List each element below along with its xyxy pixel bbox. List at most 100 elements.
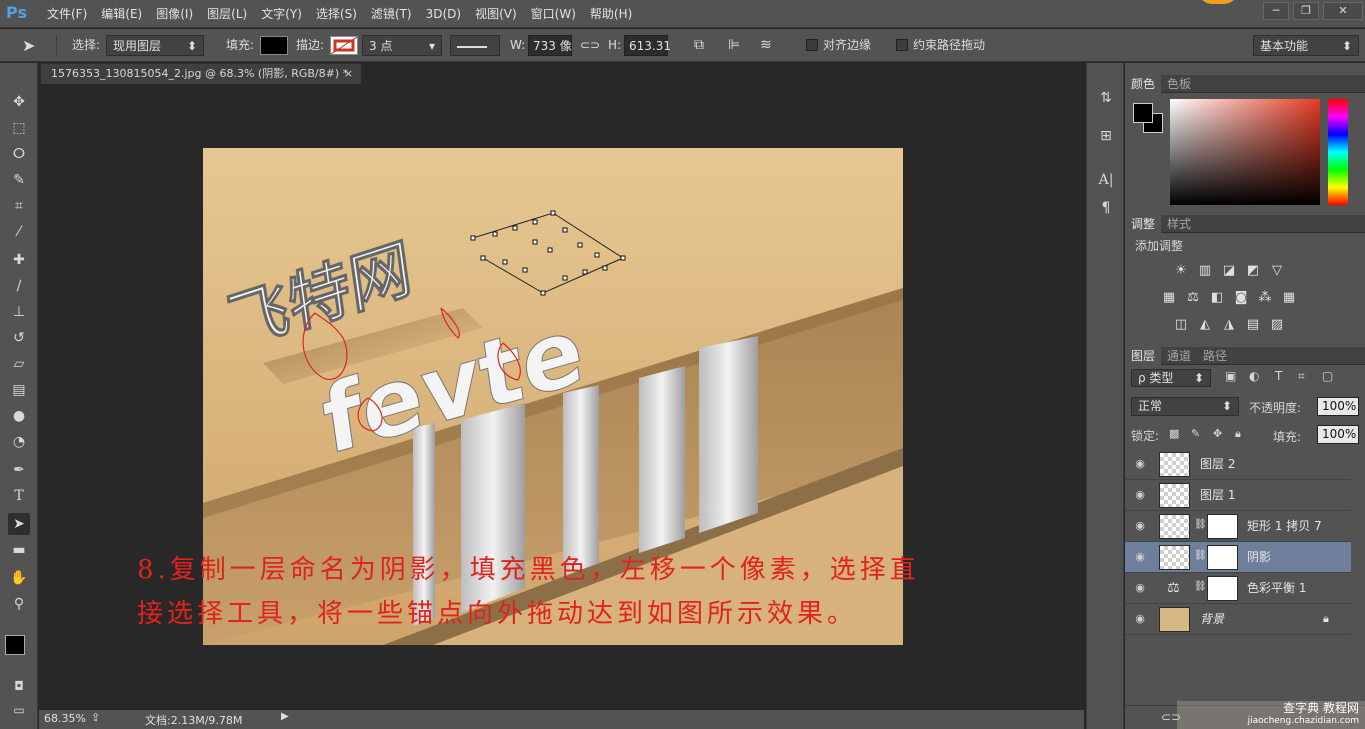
tab-color[interactable]: 颜色 <box>1125 75 1162 93</box>
channel-mixer-icon[interactable]: ⁂ <box>1257 290 1273 306</box>
tab-channels[interactable]: 通道 <box>1161 347 1197 365</box>
select-mode-dropdown[interactable]: 现用图层 ⬍ <box>106 35 204 56</box>
menu-help[interactable]: 帮助(H) <box>583 0 639 28</box>
restore-button[interactable]: ❐ <box>1293 2 1319 20</box>
tab-swatches[interactable]: 色板 <box>1161 75 1197 93</box>
foreground-color-swatch[interactable] <box>5 635 25 655</box>
visibility-eye-icon[interactable]: ◉ <box>1133 457 1147 471</box>
path-alignment-icon[interactable]: ⊫ <box>728 35 740 56</box>
fill-swatch[interactable] <box>260 36 288 55</box>
menu-filter[interactable]: 滤镜(T) <box>364 0 419 28</box>
blend-mode-dropdown[interactable]: 正常 ⬍ <box>1131 397 1239 416</box>
invert-icon[interactable]: ◫ <box>1173 317 1189 333</box>
link-icon[interactable]: ⊂⊃ <box>580 35 600 56</box>
healing-brush-tool-icon[interactable]: ✚ <box>8 249 30 271</box>
rectangle-tool-icon[interactable]: ▬ <box>8 539 30 561</box>
path-operations-icon[interactable]: ⧉ <box>694 35 704 56</box>
exposure-icon[interactable]: ◩ <box>1245 263 1261 279</box>
menu-select[interactable]: 选择(S) <box>309 0 364 28</box>
color-field[interactable] <box>1170 99 1320 205</box>
close-button[interactable]: ✕ <box>1323 2 1363 20</box>
stroke-swatch[interactable] <box>330 36 358 55</box>
history-brush-tool-icon[interactable]: ↺ <box>8 327 30 349</box>
vibrance-icon[interactable]: ▽ <box>1269 263 1285 279</box>
fill-input[interactable]: 100% <box>1317 425 1359 444</box>
black-white-icon[interactable]: ◧ <box>1209 290 1225 306</box>
layer-row[interactable]: ◉ ⛓ 矩形 1 拷贝 7 <box>1125 511 1351 542</box>
brightness-icon[interactable]: ☀ <box>1173 263 1189 279</box>
color-lookup-icon[interactable]: ▦ <box>1281 290 1297 306</box>
opacity-input[interactable]: 100% <box>1317 397 1359 416</box>
quick-mask-icon[interactable]: ◘ <box>8 675 30 697</box>
direct-selection-tool-icon[interactable]: ➤ <box>8 513 30 535</box>
zoom-tool-icon[interactable]: ⚲ <box>8 593 30 615</box>
blur-tool-icon[interactable]: ● <box>8 405 30 427</box>
filter-smart-icon[interactable]: ▢ <box>1322 369 1333 383</box>
lock-position-icon[interactable]: ✥ <box>1213 427 1222 440</box>
constrain-path-checkbox[interactable]: 约束路径拖动 <box>896 35 985 56</box>
stroke-type-dropdown[interactable] <box>450 35 500 56</box>
filter-pixel-icon[interactable]: ▣ <box>1225 369 1236 383</box>
dodge-tool-icon[interactable]: ◔ <box>8 431 30 453</box>
visibility-eye-icon[interactable]: ◉ <box>1133 550 1147 564</box>
paragraph-panel-icon[interactable]: ¶ <box>1095 197 1117 219</box>
clone-stamp-tool-icon[interactable]: ⊥ <box>8 301 30 323</box>
visibility-eye-icon[interactable]: ◉ <box>1133 581 1147 595</box>
lock-all-icon[interactable]: 🔒︎ <box>1235 427 1241 441</box>
lock-image-icon[interactable]: ✎ <box>1191 427 1200 440</box>
minimize-button[interactable]: ─ <box>1263 2 1289 20</box>
color-balance-icon[interactable]: ⚖ <box>1185 290 1201 306</box>
quick-select-tool-icon[interactable]: ✎ <box>8 169 30 191</box>
visibility-eye-icon[interactable]: ◉ <box>1133 612 1147 626</box>
crop-tool-icon[interactable]: ⌗ <box>8 195 30 217</box>
curves-icon[interactable]: ◪ <box>1221 263 1237 279</box>
filter-type-icon[interactable]: T <box>1275 369 1282 383</box>
status-menu-arrow-icon[interactable]: ▶ <box>281 711 289 722</box>
layer-row[interactable]: ◉ ⚖ ⛓ 色彩平衡 1 <box>1125 573 1351 604</box>
width-input[interactable]: 733 像 <box>528 35 572 56</box>
lock-transparent-icon[interactable]: ▩ <box>1169 427 1179 440</box>
visibility-eye-icon[interactable]: ◉ <box>1133 488 1147 502</box>
document-tab[interactable]: 1576353_130815054_2.jpg @ 68.3% (阴影, RGB… <box>40 63 362 84</box>
height-input[interactable]: 613.31 <box>624 35 671 56</box>
filter-adjustment-icon[interactable]: ◐ <box>1249 369 1259 383</box>
menu-layer[interactable]: 图层(L) <box>200 0 254 28</box>
menu-image[interactable]: 图像(I) <box>149 0 200 28</box>
eraser-tool-icon[interactable]: ▱ <box>8 353 30 375</box>
menu-view[interactable]: 视图(V) <box>468 0 524 28</box>
posterize-icon[interactable]: ◭ <box>1197 317 1213 333</box>
eyedropper-tool-icon[interactable]: ⁄ <box>8 221 30 243</box>
tab-adjustments[interactable]: 调整 <box>1125 215 1162 233</box>
menu-type[interactable]: 文字(Y) <box>254 0 309 28</box>
threshold-icon[interactable]: ◮ <box>1221 317 1237 333</box>
path-arrangement-icon[interactable]: ≋ <box>760 35 772 56</box>
hue-slider[interactable] <box>1328 99 1348 205</box>
brush-tool-icon[interactable]: ∕ <box>8 275 30 297</box>
layer-row[interactable]: ◉ 背景 🔒︎ <box>1125 604 1351 635</box>
properties-panel-icon[interactable]: ⊞ <box>1095 125 1117 147</box>
move-tool-icon[interactable]: ✥ <box>8 91 30 113</box>
photo-filter-icon[interactable]: ◙ <box>1233 290 1249 306</box>
menu-file[interactable]: 文件(F) <box>40 0 94 28</box>
hue-saturation-icon[interactable]: ▦ <box>1161 290 1177 306</box>
gradient-map-icon[interactable]: ▤ <box>1245 317 1261 333</box>
visibility-eye-icon[interactable]: ◉ <box>1133 519 1147 533</box>
workspace-dropdown[interactable]: 基本功能 ⬍ <box>1253 35 1359 56</box>
layer-row[interactable]: ◉ 图层 2 <box>1125 449 1351 480</box>
fg-color-chip[interactable] <box>1133 103 1153 123</box>
character-panel-icon[interactable]: A| <box>1095 169 1117 191</box>
direct-select-tool-icon[interactable]: ➤ <box>22 35 35 56</box>
lasso-tool-icon[interactable]: ⵔ <box>8 143 30 165</box>
levels-icon[interactable]: ▥ <box>1197 263 1213 279</box>
align-edges-checkbox[interactable]: 对齐边缘 <box>806 35 871 56</box>
filter-shape-icon[interactable]: ⌗ <box>1298 369 1305 384</box>
layer-filter-dropdown[interactable]: ρ 类型 ⬍ <box>1131 369 1211 387</box>
marquee-tool-icon[interactable]: ⬚ <box>8 117 30 139</box>
screen-mode-icon[interactable]: ▭ <box>8 699 30 721</box>
layer-row[interactable]: ◉ 图层 1 <box>1125 480 1351 511</box>
zoom-level[interactable]: 68.35% <box>44 712 86 725</box>
tab-close-icon[interactable]: × <box>344 64 353 84</box>
stroke-width-dropdown[interactable]: 3 点 ▾ <box>362 35 442 56</box>
menu-3d[interactable]: 3D(D) <box>419 0 468 28</box>
history-panel-icon[interactable]: ⇅ <box>1095 87 1117 109</box>
